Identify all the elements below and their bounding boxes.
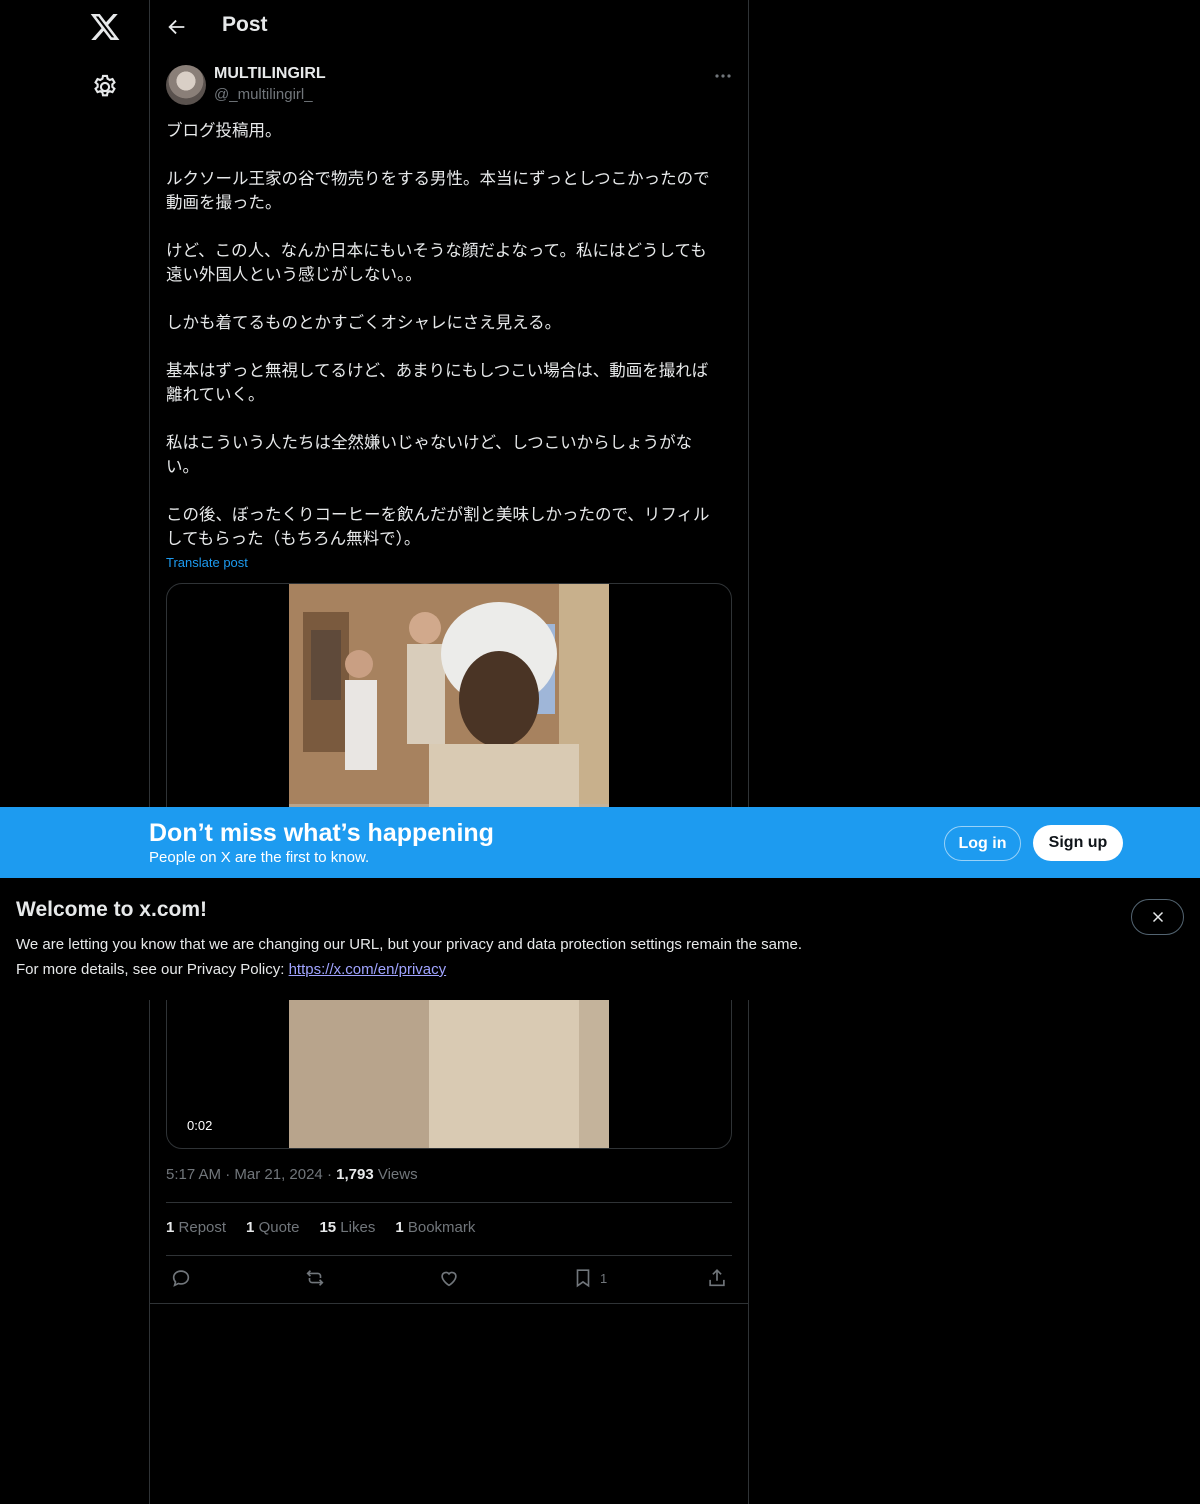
bookmark-icon xyxy=(576,1269,590,1288)
notice-policy-prefix: For more details, see our Privacy Policy… xyxy=(16,961,289,978)
author-name[interactable]: MULTILINGIRL xyxy=(214,65,326,83)
share-icon xyxy=(709,1269,725,1287)
quotes-count: 1 xyxy=(246,1219,255,1236)
heart-icon xyxy=(441,1271,457,1287)
quotes-stat[interactable]: 1 Quote xyxy=(246,1219,299,1236)
divider xyxy=(150,1303,748,1304)
divider xyxy=(166,1202,732,1203)
meta-separator: · xyxy=(225,1166,235,1183)
settings-gear-icon[interactable] xyxy=(91,73,119,101)
reposts-label: Repost xyxy=(178,1219,227,1236)
post-paragraph: 私はこういう人たちは全然嫌いじゃないけど、しつこいからしょうがな い。 xyxy=(166,434,693,476)
reply-icon xyxy=(172,1270,190,1287)
reply-button[interactable] xyxy=(170,1266,192,1290)
notice-policy-line: For more details, see our Privacy Policy… xyxy=(16,961,446,978)
notice-text: We are letting you know that we are chan… xyxy=(16,936,802,953)
divider xyxy=(166,1255,732,1256)
reposts-stat[interactable]: 1 Repost xyxy=(166,1219,226,1236)
likes-label: Likes xyxy=(340,1219,376,1236)
post-paragraph: この後、ぼったくりコーヒーを飲んだが割と美味しかったので、リフィル してもらった… xyxy=(166,506,710,548)
bookmark-button[interactable]: 1 xyxy=(572,1266,607,1290)
banner-title: Don’t miss what’s happening xyxy=(149,819,494,847)
bookmarks-stat[interactable]: 1 Bookmark xyxy=(395,1219,475,1236)
meta-separator: · xyxy=(326,1166,337,1183)
share-button[interactable] xyxy=(706,1266,728,1290)
back-arrow-icon[interactable] xyxy=(166,16,188,38)
x-logo-icon[interactable] xyxy=(89,11,121,43)
video-duration-badge: 0:02 xyxy=(179,1116,221,1135)
repost-button[interactable] xyxy=(304,1266,326,1290)
views-count: 1,793 xyxy=(336,1166,374,1183)
quotes-label: Quote xyxy=(258,1219,300,1236)
avatar[interactable] xyxy=(166,65,206,105)
post-paragraph: ルクソール王家の谷で物売りをする男性。本当にずっとしつこかったので 動画を撮った… xyxy=(166,170,710,212)
bookmarks-count: 1 xyxy=(395,1219,404,1236)
post-paragraph: 基本はずっと無視してるけど、あまりにもしつこい場合は、動画を撮れば 離れていく。 xyxy=(166,362,709,404)
banner-subtitle: People on X are the first to know. xyxy=(149,849,370,866)
repost-icon xyxy=(306,1270,324,1286)
left-nav xyxy=(0,0,149,1504)
close-icon xyxy=(1152,911,1163,923)
bookmark-count: 1 xyxy=(600,1270,608,1286)
privacy-policy-link[interactable]: https://x.com/en/privacy xyxy=(289,961,447,978)
post-text: ブログ投稿用。 ルクソール王家の谷で物売りをする男性。本当にずっとしつこかったの… xyxy=(166,119,734,575)
engagement-stats: 1 Repost 1 Quote 15 Likes 1 Bookmark xyxy=(166,1219,475,1236)
views-label: Views xyxy=(377,1166,418,1183)
sign-up-button[interactable]: Sign up xyxy=(1033,825,1123,861)
more-options-icon[interactable] xyxy=(712,66,734,86)
post-header: Post xyxy=(150,0,748,54)
login-banner: Don’t miss what’s happening People on X … xyxy=(0,807,1200,878)
page-title: Post xyxy=(222,13,268,36)
log-in-button[interactable]: Log in xyxy=(944,826,1021,861)
translate-post-link[interactable]: Translate post xyxy=(166,555,248,570)
likes-stat[interactable]: 15 Likes xyxy=(319,1219,375,1236)
url-change-notice: Welcome to x.com! We are letting you kno… xyxy=(0,878,1200,1000)
reposts-count: 1 xyxy=(166,1219,175,1236)
bookmarks-label: Bookmark xyxy=(407,1219,476,1236)
notice-title: Welcome to x.com! xyxy=(16,898,207,921)
action-bar: 1 xyxy=(166,1266,732,1292)
post-time[interactable]: 5:17 AM xyxy=(166,1166,221,1183)
like-button[interactable] xyxy=(438,1266,460,1290)
post-paragraph: ブログ投稿用。 xyxy=(166,122,282,140)
main-column: Post MULTILINGIRL @_multilingirl_ ブログ投稿用… xyxy=(149,0,749,1504)
author-handle[interactable]: @_multilingirl_ xyxy=(214,86,313,103)
post-metadata: 5:17 AM · Mar 21, 2024 · 1,793 Views xyxy=(166,1166,418,1183)
likes-count: 15 xyxy=(319,1219,337,1236)
close-notice-button[interactable] xyxy=(1131,899,1184,935)
post-date[interactable]: Mar 21, 2024 xyxy=(234,1166,322,1183)
post-paragraph: しかも着てるものとかすごくオシャレにさえ見える。 xyxy=(166,314,562,332)
post-paragraph: けど、この人、なんか日本にもいそうな顔だよなって。私にはどうしても 遠い外国人と… xyxy=(166,242,707,284)
